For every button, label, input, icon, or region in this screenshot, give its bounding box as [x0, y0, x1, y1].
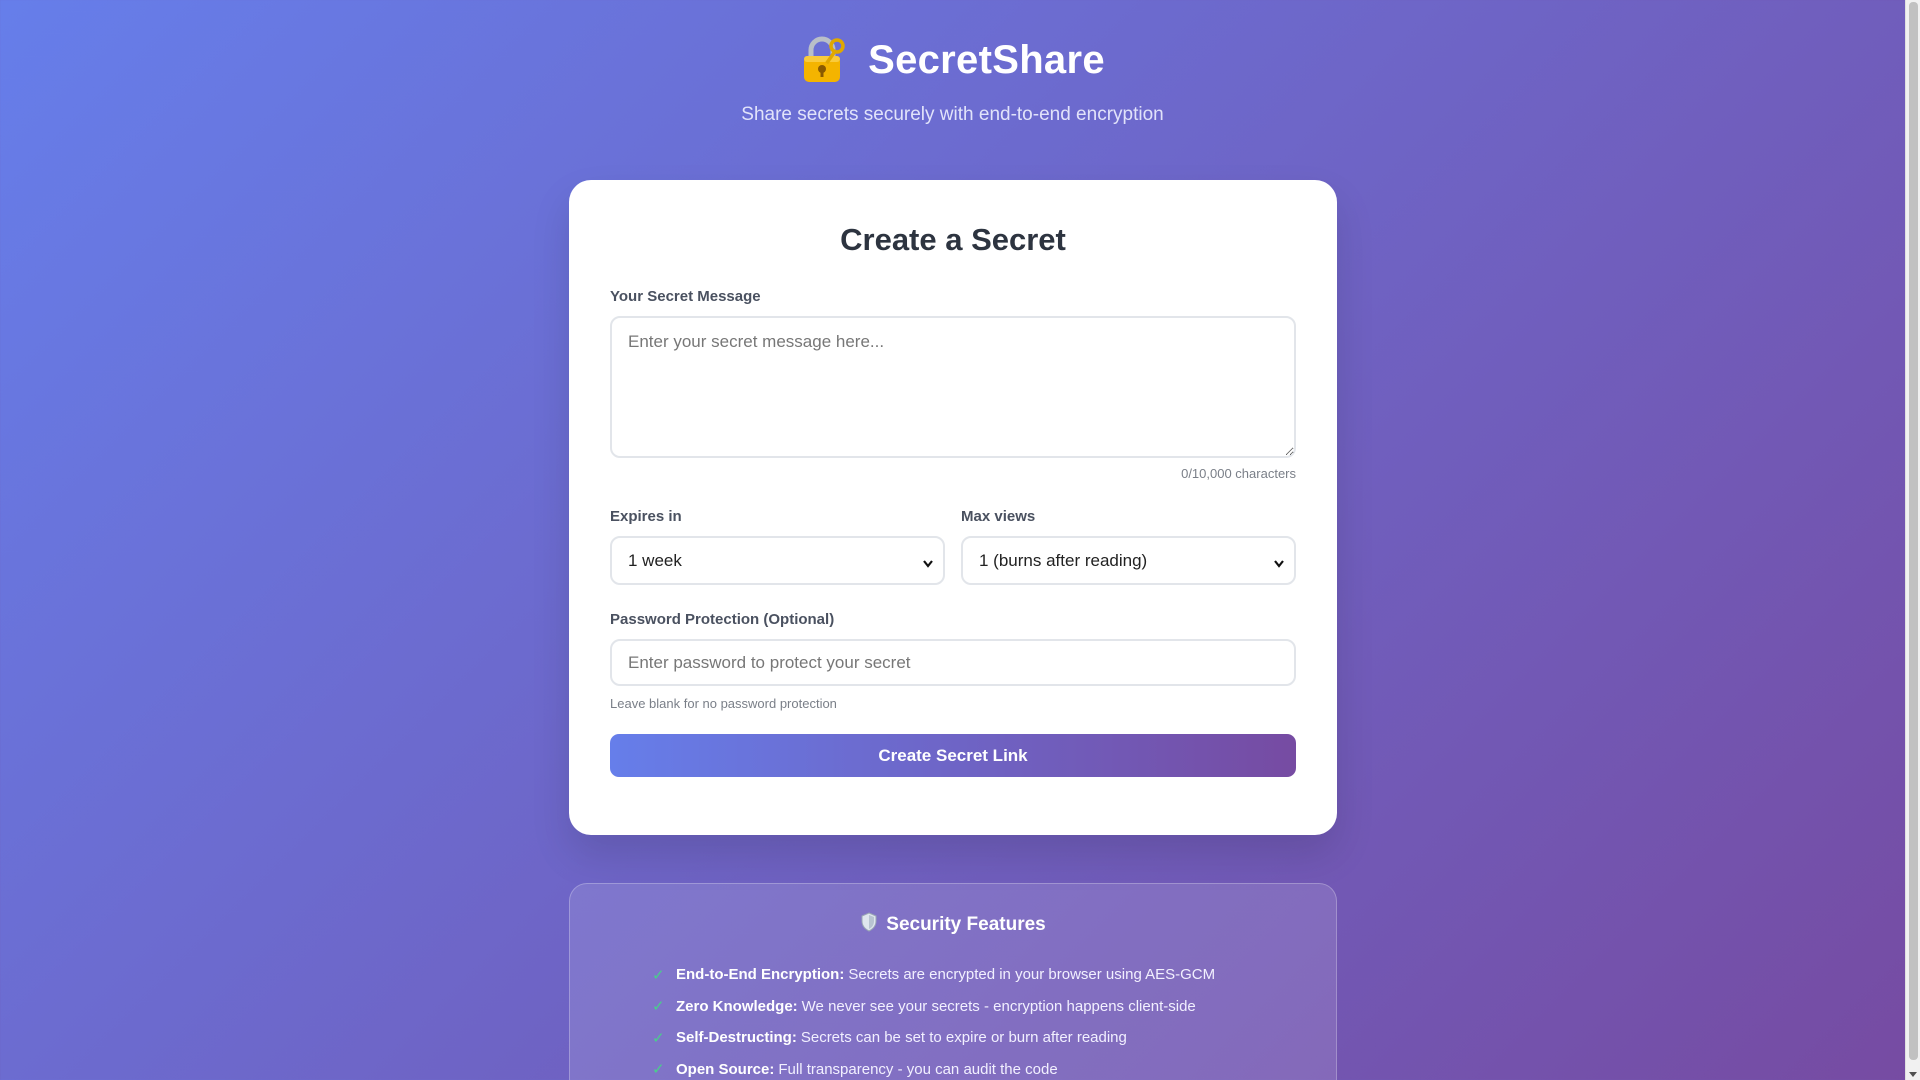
expires-select[interactable]: 1 week	[610, 536, 945, 585]
expires-selected-value: 1 week	[628, 550, 682, 570]
chevron-down-icon	[923, 555, 933, 575]
create-secret-link-button[interactable]: Create Secret Link	[610, 734, 1296, 777]
max-views-group: Max views 1 (burns after reading)	[961, 508, 1296, 585]
scroll-down-arrow-icon[interactable]	[1909, 1072, 1917, 1077]
message-label: Your Secret Message	[610, 288, 761, 305]
expires-group: Expires in 1 week	[610, 508, 945, 585]
max-views-label: Max views	[961, 508, 1036, 525]
options-row: Expires in 1 week Max views 1 (burns aft…	[610, 508, 1296, 585]
feature-name: Open Source:	[676, 1060, 775, 1078]
feature-description: Secrets are encrypted in your browser us…	[848, 966, 1216, 984]
expires-label: Expires in	[610, 508, 682, 525]
feature-name: Zero Knowledge:	[676, 997, 798, 1015]
password-input[interactable]	[610, 639, 1296, 686]
feature-item: ✓ Open Source: Full transparency - you c…	[652, 1054, 1336, 1080]
max-views-selected-value: 1 (burns after reading)	[979, 550, 1148, 570]
feature-item: ✓ Zero Knowledge: We never see your secr…	[652, 991, 1336, 1023]
shield-icon	[860, 912, 878, 938]
features-title: Security Features	[886, 914, 1046, 935]
password-hint: Leave blank for no password protection	[610, 696, 837, 711]
checkmark-icon: ✓	[652, 966, 665, 984]
checkmark-icon: ✓	[652, 1061, 665, 1079]
feature-description: Full transparency - you can audit the co…	[778, 1060, 1058, 1078]
page-header: SecretShare Share secrets securely with …	[0, 36, 1905, 126]
password-label: Password Protection (Optional)	[610, 611, 835, 628]
app-subtitle: Share secrets securely with end-to-end e…	[741, 104, 1164, 125]
feature-description: Secrets can be set to expire or burn aft…	[800, 1029, 1127, 1047]
app-title: SecretShare	[868, 37, 1105, 82]
feature-item: ✓ Self-Destructing: Secrets can be set t…	[652, 1022, 1336, 1054]
scrollbar-thumb[interactable]	[1909, 2, 1918, 1060]
feature-description: We never see your secrets - encryption h…	[801, 997, 1196, 1015]
feature-list: ✓ End-to-End Encryption: Secrets are enc…	[570, 959, 1336, 1080]
locked-with-key-icon	[800, 36, 846, 84]
feature-name: Self-Destructing:	[676, 1029, 797, 1047]
create-secret-card: Create a Secret Your Secret Message 0/10…	[569, 180, 1337, 835]
message-group: Your Secret Message 0/10,000 characters	[610, 288, 1296, 481]
features-heading: Security Features	[570, 912, 1336, 938]
char-count: 0/10,000 characters	[1181, 466, 1296, 481]
password-group: Password Protection (Optional) Leave bla…	[610, 611, 1296, 711]
card-title: Create a Secret	[840, 222, 1066, 257]
feature-name: End-to-End Encryption:	[676, 966, 845, 984]
chevron-down-icon	[1274, 555, 1284, 575]
vertical-scrollbar[interactable]	[1905, 0, 1920, 1080]
checkmark-icon: ✓	[652, 998, 665, 1016]
secret-message-input[interactable]	[610, 316, 1296, 458]
title-row: SecretShare	[0, 36, 1905, 84]
checkmark-icon: ✓	[652, 1029, 665, 1047]
feature-item: ✓ End-to-End Encryption: Secrets are enc…	[652, 959, 1336, 991]
security-features-panel: Security Features ✓ End-to-End Encryptio…	[569, 883, 1337, 1080]
max-views-select[interactable]: 1 (burns after reading)	[961, 536, 1296, 585]
